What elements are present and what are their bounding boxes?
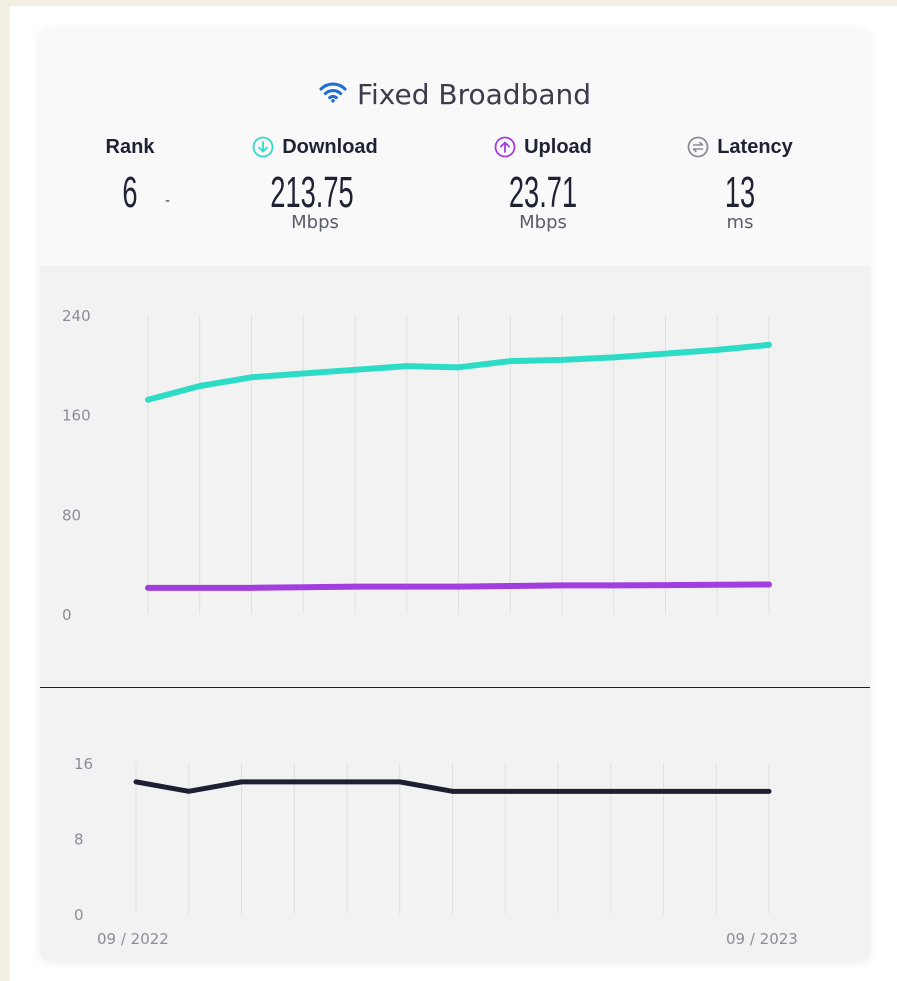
download-metric: Download 213.75 Mbps xyxy=(230,134,400,233)
latency-metric: Latency 13 ms xyxy=(675,134,805,233)
download-arrow-icon xyxy=(252,136,274,158)
x-tick-label-end: 09 / 2023 xyxy=(726,930,798,948)
chart-divider xyxy=(40,687,870,688)
upload-series-line xyxy=(145,581,772,591)
wifi-icon xyxy=(319,82,347,103)
speed-chart: 240160800168009 / 2022 09 / 2023 xyxy=(62,307,798,948)
y-tick-label: 160 xyxy=(62,407,91,425)
upload-metric: Upload 23.71 Mbps xyxy=(468,134,618,233)
upload-label: Upload xyxy=(524,135,592,158)
download-label: Download xyxy=(282,135,378,158)
rank-label: Rank xyxy=(105,135,155,158)
rank-value: 6 xyxy=(122,168,138,217)
y-tick-label: 240 xyxy=(62,307,91,325)
y-tick-label: 80 xyxy=(62,506,81,524)
rank-change: - xyxy=(165,193,171,209)
upload-arrow-icon xyxy=(494,136,516,158)
card-title-text: Fixed Broadband xyxy=(356,78,592,111)
y-tick-label: 8 xyxy=(74,831,84,849)
download-value: 213.75 xyxy=(270,168,354,217)
x-tick-label-start: 09 / 2022 xyxy=(97,930,169,948)
upload-value: 23.71 xyxy=(508,168,578,217)
y-tick-label: 0 xyxy=(74,906,84,924)
fixed-broadband-card: Fixed Broadband Rank 6 - Download 213.75… xyxy=(40,28,870,960)
latency-value: 13 xyxy=(724,168,756,217)
chart-area: 240 160 80 0 16 8 0 09 / 2022 09 / 2023 xyxy=(40,266,870,960)
y-tick-label: 16 xyxy=(74,755,93,773)
y-tick-label: 0 xyxy=(62,606,72,624)
latency-icon xyxy=(687,136,709,158)
latency-label: Latency xyxy=(717,135,793,158)
card-title: Fixed Broadband xyxy=(40,80,870,109)
